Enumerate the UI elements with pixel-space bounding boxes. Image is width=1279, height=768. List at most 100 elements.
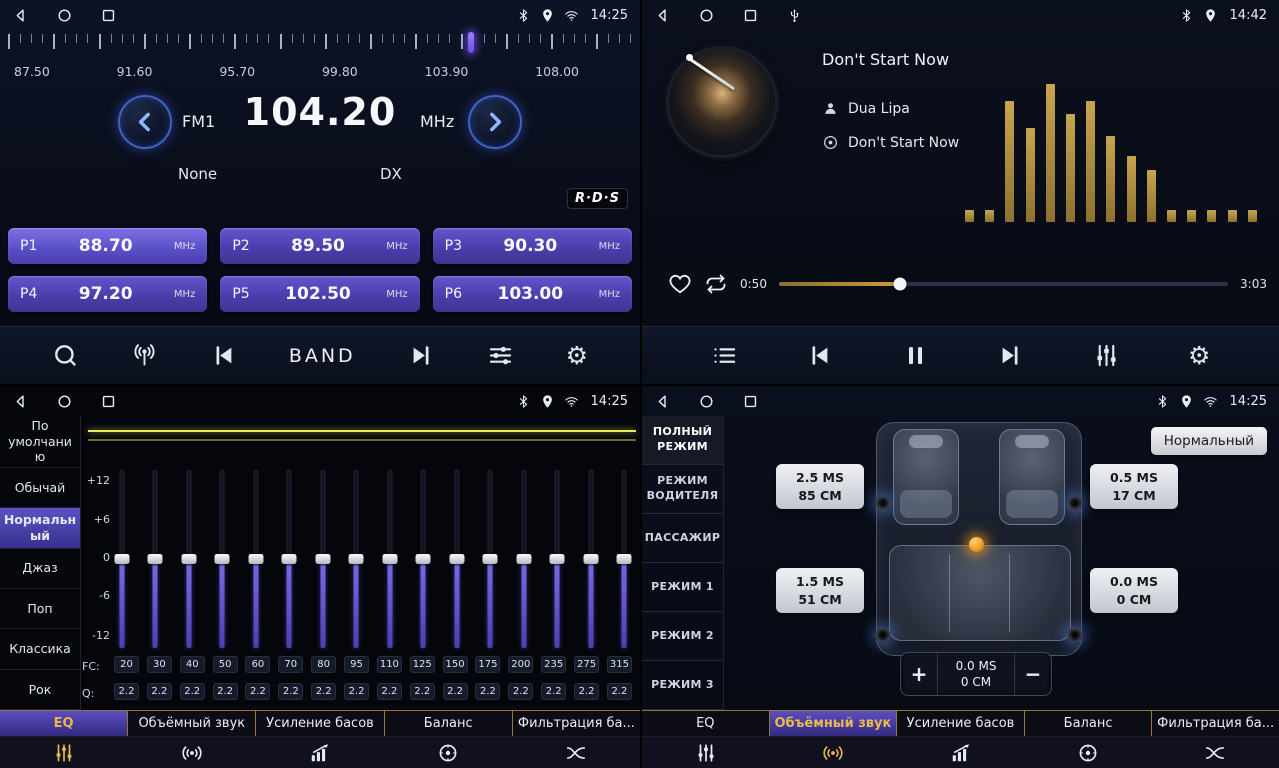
tune-down-button[interactable]	[118, 95, 172, 149]
eq-band-slider[interactable]	[550, 470, 565, 648]
eq-preset-item[interactable]: Поп	[0, 589, 80, 629]
eq-preset-item[interactable]: По умолчанию	[0, 416, 80, 468]
eq-slider-handle[interactable]	[449, 554, 464, 564]
nav-recents-icon[interactable]	[100, 7, 117, 24]
eq-band-slider[interactable]	[148, 470, 163, 648]
previous-station-icon[interactable]	[210, 342, 237, 369]
eq-band-slider[interactable]	[349, 470, 364, 648]
eq-band-slider[interactable]	[181, 470, 196, 648]
eq-slider-handle[interactable]	[148, 554, 163, 564]
eq-slider-handle[interactable]	[181, 554, 196, 564]
favorite-heart-icon[interactable]	[668, 272, 692, 296]
eq-band-slider[interactable]	[215, 470, 230, 648]
bass-boost-icon[interactable]	[256, 737, 384, 768]
mode-item[interactable]: РЕЖИМ 1	[642, 563, 723, 612]
nav-back-icon[interactable]	[12, 7, 29, 24]
settings-gear-icon[interactable]: ⚙	[566, 343, 588, 368]
balance-icon[interactable]	[384, 737, 512, 768]
rear-right-delay-button[interactable]: 0.0 MS 0 CM	[1090, 568, 1178, 613]
eq-slider-handle[interactable]	[215, 554, 230, 564]
tab-bass-boost[interactable]: Усиление басов	[256, 711, 384, 736]
mode-item[interactable]: ПОЛНЫЙ РЕЖИМ	[642, 416, 723, 465]
tune-sliders-icon[interactable]	[487, 342, 514, 369]
eq-band-slider[interactable]	[449, 470, 464, 648]
eq-preset-item[interactable]: Обычай	[0, 468, 80, 508]
eq-slider-handle[interactable]	[416, 554, 431, 564]
nav-back-icon[interactable]	[12, 393, 29, 410]
eq-band-slider[interactable]	[617, 470, 632, 648]
nav-back-icon[interactable]	[654, 393, 671, 410]
eq-band-slider[interactable]	[315, 470, 330, 648]
nav-home-icon[interactable]	[698, 393, 715, 410]
preset-button-p3[interactable]: P390.30MHz	[433, 228, 632, 264]
tab-filter[interactable]: Фильтрация ба...	[513, 711, 640, 736]
previous-track-icon[interactable]	[806, 342, 833, 369]
broadcast-antenna-icon[interactable]	[131, 342, 158, 369]
eq-band-slider[interactable]	[583, 470, 598, 648]
eq-slider-handle[interactable]	[483, 554, 498, 564]
eq-preset-item[interactable]: Классика	[0, 629, 80, 669]
eq-band-slider[interactable]	[483, 470, 498, 648]
filter-icon[interactable]	[1152, 737, 1279, 768]
eq-preset-item[interactable]: Рок	[0, 670, 80, 710]
eq-slider-handle[interactable]	[617, 554, 632, 564]
eq-band-slider[interactable]	[114, 470, 129, 648]
nav-recents-icon[interactable]	[100, 393, 117, 410]
surround-icon[interactable]	[769, 737, 896, 768]
eq-slider-handle[interactable]	[583, 554, 598, 564]
front-right-delay-button[interactable]: 0.5 MS 17 CM	[1090, 464, 1178, 509]
scan-icon[interactable]	[52, 342, 79, 369]
rear-left-delay-button[interactable]: 1.5 MS 51 CM	[776, 568, 864, 613]
mixer-icon[interactable]	[1093, 342, 1120, 369]
eq-slider-handle[interactable]	[248, 554, 263, 564]
eq-slider-handle[interactable]	[315, 554, 330, 564]
tab-filter[interactable]: Фильтрация ба...	[1152, 711, 1279, 736]
preset-button-p4[interactable]: P497.20MHz	[8, 276, 207, 312]
eq-icon[interactable]	[642, 737, 769, 768]
front-left-delay-button[interactable]: 2.5 MS 85 CM	[776, 464, 864, 509]
eq-band-slider[interactable]	[516, 470, 531, 648]
next-station-icon[interactable]	[408, 342, 435, 369]
preset-button-p5[interactable]: P5102.50MHz	[220, 276, 419, 312]
preset-button-p2[interactable]: P289.50MHz	[220, 228, 419, 264]
eq-slider-handle[interactable]	[382, 554, 397, 564]
surround-icon[interactable]	[128, 737, 256, 768]
eq-slider-handle[interactable]	[282, 554, 297, 564]
eq-band-slider[interactable]	[382, 470, 397, 648]
eq-band-slider[interactable]	[282, 470, 297, 648]
tab-surround[interactable]: Объёмный звук	[128, 711, 256, 736]
eq-band-slider[interactable]	[248, 470, 263, 648]
bass-boost-icon[interactable]	[897, 737, 1024, 768]
mode-item[interactable]: РЕЖИМ 3	[642, 661, 723, 710]
eq-preset-item[interactable]: Джаз	[0, 549, 80, 589]
eq-slider-handle[interactable]	[516, 554, 531, 564]
sound-preset-button[interactable]: Нормальный	[1151, 427, 1267, 455]
tab-balance[interactable]: Баланс	[1025, 711, 1153, 736]
tab-surround[interactable]: Объёмный звук	[770, 711, 898, 736]
nav-home-icon[interactable]	[698, 7, 715, 24]
playlist-icon[interactable]	[711, 342, 738, 369]
nav-recents-icon[interactable]	[742, 393, 759, 410]
mode-item[interactable]: РЕЖИМ 2	[642, 612, 723, 661]
decrease-delay-button[interactable]: −	[1015, 662, 1051, 686]
increase-delay-button[interactable]: +	[901, 662, 937, 686]
balance-icon[interactable]	[1024, 737, 1151, 768]
tab-eq[interactable]: EQ	[0, 711, 128, 736]
band-button[interactable]: BAND	[289, 345, 356, 367]
preset-button-p6[interactable]: P6103.00MHz	[433, 276, 632, 312]
tab-balance[interactable]: Баланс	[385, 711, 513, 736]
nav-home-icon[interactable]	[56, 393, 73, 410]
settings-gear-icon[interactable]: ⚙	[1188, 343, 1210, 368]
nav-back-icon[interactable]	[654, 7, 671, 24]
seek-thumb[interactable]	[894, 278, 907, 291]
frequency-scale[interactable]: 87.5091.6095.7099.80103.90108.00	[6, 32, 634, 88]
eq-slider-handle[interactable]	[114, 554, 129, 564]
preset-button-p1[interactable]: P188.70MHz	[8, 228, 207, 264]
eq-band-slider[interactable]	[416, 470, 431, 648]
seek-bar[interactable]	[779, 282, 1228, 286]
eq-preset-item[interactable]: Нормальный	[0, 508, 80, 548]
nav-home-icon[interactable]	[56, 7, 73, 24]
filter-icon[interactable]	[512, 737, 640, 768]
tab-eq[interactable]: EQ	[642, 711, 770, 736]
eq-slider-handle[interactable]	[349, 554, 364, 564]
